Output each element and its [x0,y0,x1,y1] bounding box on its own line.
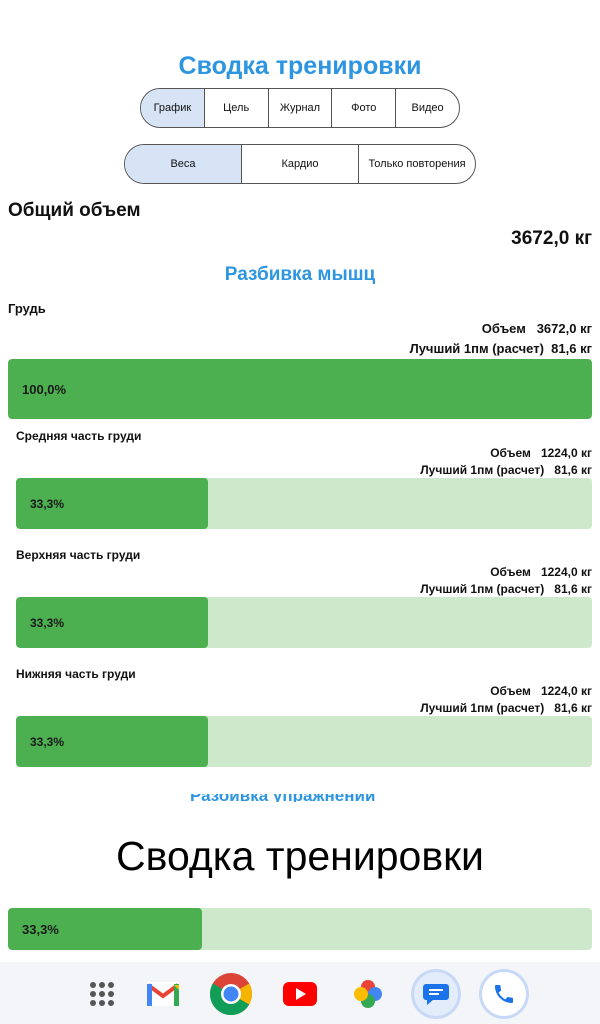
muscle-progress-bar: 33,3% [16,716,592,767]
muscle-best-1rm: Лучший 1пм (расчет) 81,6 кг [420,582,592,596]
app-drawer-icon[interactable] [80,972,124,1016]
mode-weights[interactable]: Веса [125,145,242,183]
volume-label: Объем [490,565,531,579]
tab-goal[interactable]: Цель [205,89,269,127]
muscle-name: Средняя часть груди [16,429,142,443]
tab-chart[interactable]: График [141,89,205,127]
best-value: 81,6 кг [554,582,592,596]
volume-label: Объем [490,446,531,460]
phone-icon[interactable] [482,972,526,1016]
muscle-best-1rm: Лучший 1пм (расчет) 81,6 кг [420,463,592,477]
best-label: Лучший 1пм (расчет) [420,701,545,715]
volume-label: Объем [490,684,531,698]
muscle-breakdown-heading: Разбивка мышц [224,264,376,285]
group-name: Грудь [8,301,46,316]
view-tabs: График Цель Журнал Фото Видео [140,88,460,128]
muscle-progress-bar: 33,3% [16,597,592,648]
volume-value: 1224,0 кг [540,684,592,698]
best-label: Лучший 1пм (расчет) [409,341,544,356]
page-title: Сводка тренировки [178,52,422,80]
partial-progress-bar: 33,3% [8,908,592,950]
best-label: Лучший 1пм (расчет) [420,582,545,596]
muscle-progress-bar: 33,3% [16,478,592,529]
percent-label: 33,3% [30,734,65,749]
group-best-1rm: Лучший 1пм (расчет) 81,6 кг [410,341,592,356]
gmail-icon[interactable] [141,972,185,1016]
taskbar-dock [0,962,600,1024]
volume-value: 3672,0 кг [536,321,592,336]
mode-cardio[interactable]: Кардио [242,145,359,183]
tab-photo[interactable]: Фото [332,89,397,127]
percent-label: 33,3% [22,921,59,937]
exercise-breakdown-heading-clipped: Разбивка упражнений [190,794,410,802]
group-progress-bar: 100,0% [8,359,592,419]
muscle-volume: Объем 1224,0 кг [490,684,592,698]
best-label: Лучший 1пм (расчет) [420,463,545,477]
exercise-breakdown-heading: Разбивка упражнений [190,794,410,802]
group-volume: Объем 3672,0 кг [482,321,592,336]
muscle-name: Нижняя часть груди [16,667,136,681]
tab-log[interactable]: Журнал [269,89,333,127]
volume-value: 1224,0 кг [540,446,592,460]
total-volume-value: 3672,0 кг [511,228,592,249]
youtube-icon[interactable] [278,972,322,1016]
messages-icon[interactable] [414,972,458,1016]
percent-label: 33,3% [30,496,65,511]
muscle-best-1rm: Лучший 1пм (расчет) 81,6 кг [420,701,592,715]
photos-icon[interactable] [346,972,390,1016]
volume-label: Объем [481,321,526,336]
muscle-name: Верхняя часть груди [16,548,141,562]
chrome-icon[interactable] [209,972,253,1016]
total-volume-label: Общий объем [8,200,141,221]
best-value: 81,6 кг [554,463,592,477]
progress-fill [8,359,592,419]
toast-overlay: Сводка тренировки [0,826,600,886]
tab-video[interactable]: Видео [396,89,459,127]
best-value: 81,6 кг [554,701,592,715]
volume-value: 1224,0 кг [540,565,592,579]
percent-label: 33,3% [30,615,65,630]
mode-reps-only[interactable]: Только повторения [359,145,475,183]
muscle-volume: Объем 1224,0 кг [490,565,592,579]
percent-label: 100,0% [22,381,67,397]
mode-selector: Веса Кардио Только повторения [124,144,476,184]
muscle-volume: Объем 1224,0 кг [490,446,592,460]
best-value: 81,6 кг [551,341,592,356]
